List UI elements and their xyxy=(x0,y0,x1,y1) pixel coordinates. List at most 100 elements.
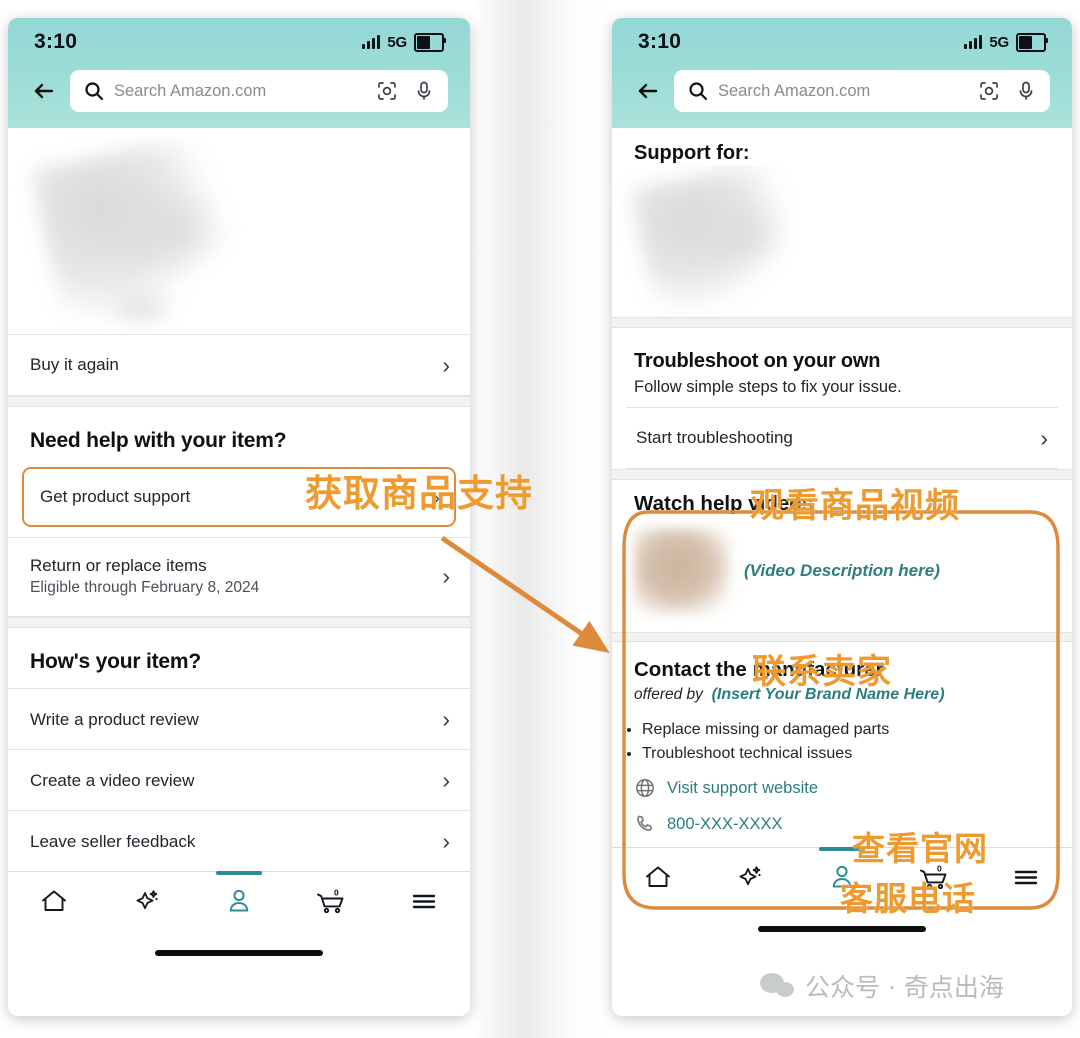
row-start-troubleshooting[interactable]: Start troubleshooting › xyxy=(626,407,1058,468)
row-title: Buy it again xyxy=(30,355,119,375)
home-indicator-left xyxy=(8,934,470,973)
row-subtitle: Eligible through February 8, 2024 xyxy=(30,579,260,597)
status-bar-left: 3:10 5G xyxy=(8,18,470,66)
content-left: Buy it again › Need help with your item?… xyxy=(8,128,470,872)
row-leave-seller-feedback[interactable]: Leave seller feedback › xyxy=(8,810,470,871)
back-arrow-icon[interactable] xyxy=(30,77,58,105)
list-item: Replace missing or damaged parts xyxy=(642,718,1050,742)
chevron-right-icon: › xyxy=(1040,424,1048,451)
tab-discover[interactable] xyxy=(100,872,192,934)
troubleshoot-heading: Troubleshoot on your own xyxy=(634,350,881,372)
tab-account[interactable] xyxy=(796,848,888,910)
section-divider xyxy=(612,632,1072,642)
row-title: Leave seller feedback xyxy=(30,831,196,851)
chevron-right-icon: › xyxy=(442,562,450,589)
buy-again-section: Buy it again › xyxy=(8,334,470,396)
sparkle-icon xyxy=(735,863,765,896)
watch-videos-heading: Watch help videos xyxy=(634,492,814,515)
link-label: Visit support website xyxy=(667,778,819,797)
search-row-right: Search Amazon.com xyxy=(612,66,1072,128)
signal-bars-icon xyxy=(362,35,381,49)
tab-account[interactable] xyxy=(193,872,285,934)
support-for-heading: Support for: xyxy=(634,142,750,164)
row-title: Start troubleshooting xyxy=(636,428,793,448)
contact-manufacturer-heading: Contact the manufacturer xyxy=(634,658,884,681)
svg-text:0: 0 xyxy=(334,887,339,897)
offered-by: offered by (Insert Your Brand Name Here) xyxy=(612,684,1072,714)
battery-icon xyxy=(414,32,446,52)
hows-your-item-section: How's your item? Write a product review … xyxy=(8,628,470,872)
home-icon xyxy=(643,863,673,896)
chevron-right-icon: › xyxy=(442,827,450,854)
home-icon xyxy=(39,887,69,920)
row-return-or-replace[interactable]: Return or replace items Eligible through… xyxy=(8,537,470,614)
tab-menu[interactable] xyxy=(980,848,1072,910)
list-item: Troubleshoot technical issues xyxy=(642,742,1050,766)
status-clock: 3:10 xyxy=(638,30,682,53)
tab-home[interactable] xyxy=(612,848,704,910)
camera-lens-icon[interactable] xyxy=(978,80,1000,102)
status-indicators: 5G xyxy=(362,32,446,52)
tab-cart[interactable]: 0 xyxy=(285,872,377,934)
phone-right: 3:10 5G Search Amazon.com Support for: T… xyxy=(612,18,1072,1016)
section-divider xyxy=(612,469,1072,480)
search-row-left: Search Amazon.com xyxy=(8,66,470,128)
tab-cart[interactable]: 0 xyxy=(888,848,980,910)
search-input[interactable]: Search Amazon.com xyxy=(70,70,448,112)
section-divider xyxy=(8,396,470,407)
product-image-right xyxy=(612,165,1072,317)
hamburger-menu-icon xyxy=(409,889,439,918)
svg-text:0: 0 xyxy=(937,863,942,873)
video-thumbnail[interactable] xyxy=(634,528,730,614)
globe-icon xyxy=(634,777,656,799)
row-create-video-review[interactable]: Create a video review › xyxy=(8,749,470,810)
product-image-left xyxy=(8,128,470,334)
phone-left: 3:10 5G Search Amazon.com Buy it again ›… xyxy=(8,18,470,1016)
network-label: 5G xyxy=(387,33,407,51)
home-indicator-right xyxy=(612,910,1072,948)
contact-manufacturer-section: Contact the manufacturer offered by (Ins… xyxy=(612,642,1072,847)
status-clock: 3:10 xyxy=(34,30,78,53)
row-get-product-support[interactable]: Get product support › xyxy=(22,467,456,527)
link-support-phone-number[interactable]: 800-XXX-XXXX xyxy=(612,804,1072,847)
person-icon xyxy=(225,887,253,920)
header-left: 3:10 5G Search Amazon.com xyxy=(8,18,470,128)
microphone-icon[interactable] xyxy=(414,80,434,102)
tab-bar-left: 0 xyxy=(8,871,470,935)
chevron-right-icon: › xyxy=(442,351,450,378)
link-visit-support-website[interactable]: Visit support website xyxy=(612,772,1072,804)
video-item[interactable]: (Video Description here) xyxy=(612,518,1072,632)
tab-menu[interactable] xyxy=(378,872,470,934)
back-arrow-icon[interactable] xyxy=(634,77,662,105)
status-bar-right: 3:10 5G xyxy=(612,18,1072,66)
background-gradient-band xyxy=(472,0,617,1038)
row-title: Write a product review xyxy=(30,709,199,729)
manufacturer-capabilities-list: Replace missing or damaged parts Trouble… xyxy=(612,714,1072,772)
need-help-section: Need help with your item? Get product su… xyxy=(8,407,470,618)
network-label: 5G xyxy=(989,33,1009,51)
camera-lens-icon[interactable] xyxy=(376,80,398,102)
tab-home[interactable] xyxy=(8,872,100,934)
link-label: 800-XXX-XXXX xyxy=(667,814,783,833)
need-help-heading: Need help with your item? xyxy=(30,429,287,452)
section-divider xyxy=(8,617,470,629)
content-right: Support for: Troubleshoot on your own Fo… xyxy=(612,128,1072,847)
row-title: Return or replace items xyxy=(30,556,207,575)
search-placeholder: Search Amazon.com xyxy=(718,81,871,100)
row-buy-it-again[interactable]: Buy it again › xyxy=(8,334,470,395)
signal-bars-icon xyxy=(964,35,983,49)
phone-handset-icon xyxy=(634,813,656,835)
search-input[interactable]: Search Amazon.com xyxy=(674,70,1050,112)
troubleshoot-subheading: Follow simple steps to fix your issue. xyxy=(634,378,902,396)
search-icon xyxy=(84,81,104,101)
search-icon xyxy=(688,81,708,101)
hamburger-menu-icon xyxy=(1011,865,1041,894)
tab-discover[interactable] xyxy=(704,848,796,910)
row-write-product-review[interactable]: Write a product review › xyxy=(8,688,470,749)
chevron-right-icon: › xyxy=(432,483,440,510)
status-indicators: 5G xyxy=(964,32,1048,52)
section-divider xyxy=(612,317,1072,328)
cart-icon: 0 xyxy=(917,863,951,896)
microphone-icon[interactable] xyxy=(1016,80,1036,102)
battery-icon xyxy=(1016,32,1048,52)
